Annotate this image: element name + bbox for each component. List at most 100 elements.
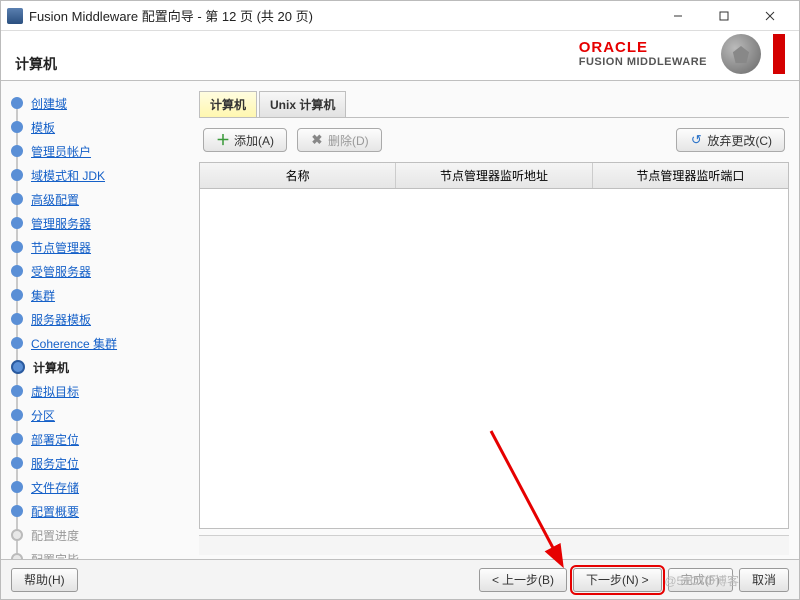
- step-dot-icon: [11, 505, 23, 517]
- next-button[interactable]: 下一步(N) >: [573, 568, 662, 592]
- wizard-step-0[interactable]: 创建域: [11, 91, 189, 115]
- step-dot-icon: [11, 409, 23, 421]
- wizard-step-15[interactable]: 服务定位: [11, 451, 189, 475]
- step-dot-icon: [11, 121, 23, 133]
- add-button[interactable]: ＋ 添加(A): [203, 128, 287, 152]
- wizard-steps-sidebar: 创建域模板管理员帐户域模式和 JDK 高级配置管理服务器节点管理器受管服务器集群服…: [1, 81, 193, 559]
- brand-oracle: ORACLE: [579, 40, 707, 57]
- step-label: 域模式和 JDK: [31, 167, 105, 184]
- wizard-step-16[interactable]: 文件存储: [11, 475, 189, 499]
- brand-sub: FUSION MIDDLEWARE: [579, 56, 707, 68]
- delete-button[interactable]: ✖ 删除(D): [297, 128, 382, 152]
- step-label: 管理员帐户: [31, 143, 91, 160]
- wizard-step-7[interactable]: 受管服务器: [11, 259, 189, 283]
- titlebar: Fusion Middleware 配置向导 - 第 12 页 (共 20 页): [1, 1, 799, 31]
- chevron-right-icon: >: [642, 573, 649, 587]
- wizard-step-6[interactable]: 节点管理器: [11, 235, 189, 259]
- wizard-window: Fusion Middleware 配置向导 - 第 12 页 (共 20 页)…: [0, 0, 800, 600]
- header: 计算机 ORACLE FUSION MIDDLEWARE: [1, 31, 799, 81]
- window-title: Fusion Middleware 配置向导 - 第 12 页 (共 20 页): [29, 6, 655, 25]
- wizard-step-9[interactable]: 服务器模板: [11, 307, 189, 331]
- step-label: 计算机: [33, 359, 69, 376]
- step-dot-icon: [11, 433, 23, 445]
- step-label: 节点管理器: [31, 239, 91, 256]
- close-button[interactable]: [747, 2, 793, 30]
- wizard-step-10[interactable]: Coherence 集群: [11, 331, 189, 355]
- wizard-step-18: 配置进度: [11, 523, 189, 547]
- wizard-step-11[interactable]: 计算机: [11, 355, 189, 379]
- wizard-step-4[interactable]: 高级配置: [11, 187, 189, 211]
- step-label: 创建域: [31, 95, 67, 112]
- step-dot-icon: [11, 529, 23, 541]
- step-dot-icon: [11, 553, 23, 559]
- wizard-step-12[interactable]: 虚拟目标: [11, 379, 189, 403]
- step-dot-icon: [11, 145, 23, 157]
- plus-icon: ＋: [216, 133, 230, 147]
- main-panel: 计算机Unix 计算机 ＋ 添加(A) ✖ 删除(D) ↺ 放弃更改(C): [193, 81, 799, 559]
- oracle-logo-icon: [721, 34, 761, 74]
- step-dot-icon: [11, 457, 23, 469]
- step-dot-icon: [11, 313, 23, 325]
- step-dot-icon: [11, 289, 23, 301]
- wizard-step-17[interactable]: 配置概要: [11, 499, 189, 523]
- step-label: 配置进度: [31, 527, 79, 544]
- add-button-label: 添加(A): [234, 132, 274, 149]
- discard-label: 放弃更改(C): [707, 132, 772, 149]
- step-dot-icon: [11, 265, 23, 277]
- wizard-step-14[interactable]: 部署定位: [11, 427, 189, 451]
- undo-icon: ↺: [689, 133, 703, 147]
- col-listen-port: 节点管理器监听端口: [593, 163, 788, 188]
- step-label: 服务定位: [31, 455, 79, 472]
- machines-table: 名称 节点管理器监听地址 节点管理器监听端口: [199, 162, 789, 529]
- step-label: 受管服务器: [31, 263, 91, 280]
- footer: 帮助(H) < 上一步(B) 下一步(N) > 完成(F) 取消: [1, 559, 799, 599]
- step-dot-icon: [11, 193, 23, 205]
- step-label: Coherence 集群: [31, 335, 117, 352]
- discard-changes-button[interactable]: ↺ 放弃更改(C): [676, 128, 785, 152]
- delete-button-label: 删除(D): [328, 132, 369, 149]
- toolbar: ＋ 添加(A) ✖ 删除(D) ↺ 放弃更改(C): [199, 118, 789, 162]
- tab-1[interactable]: Unix 计算机: [259, 91, 346, 117]
- step-label: 分区: [31, 407, 55, 424]
- minimize-button[interactable]: [655, 2, 701, 30]
- step-dot-icon: [11, 169, 23, 181]
- chevron-left-icon: <: [492, 573, 499, 587]
- step-dot-icon: [11, 481, 23, 493]
- back-button[interactable]: < 上一步(B): [479, 568, 567, 592]
- app-icon: [7, 8, 23, 24]
- step-dot-icon: [11, 360, 25, 374]
- page-title: 计算机: [15, 54, 57, 74]
- step-label: 模板: [31, 119, 55, 136]
- brand-block: ORACLE FUSION MIDDLEWARE: [579, 34, 785, 74]
- maximize-button[interactable]: [701, 2, 747, 30]
- cross-icon: ✖: [310, 133, 324, 147]
- col-name: 名称: [200, 163, 396, 188]
- wizard-step-2[interactable]: 管理员帐户: [11, 139, 189, 163]
- step-label: 管理服务器: [31, 215, 91, 232]
- col-listen-address: 节点管理器监听地址: [396, 163, 592, 188]
- step-dot-icon: [11, 217, 23, 229]
- step-dot-icon: [11, 337, 23, 349]
- step-label: 高级配置: [31, 191, 79, 208]
- table-body-empty: [200, 189, 788, 528]
- step-label: 服务器模板: [31, 311, 91, 328]
- tabs: 计算机Unix 计算机: [199, 91, 789, 118]
- wizard-step-19: 配置完毕: [11, 547, 189, 559]
- finish-button[interactable]: 完成(F): [668, 568, 733, 592]
- step-label: 虚拟目标: [31, 383, 79, 400]
- step-label: 文件存储: [31, 479, 79, 496]
- wizard-step-3[interactable]: 域模式和 JDK: [11, 163, 189, 187]
- window-controls: [655, 2, 793, 30]
- step-label: 配置概要: [31, 503, 79, 520]
- cancel-button[interactable]: 取消: [739, 568, 789, 592]
- wizard-step-1[interactable]: 模板: [11, 115, 189, 139]
- wizard-step-5[interactable]: 管理服务器: [11, 211, 189, 235]
- tab-0[interactable]: 计算机: [199, 91, 257, 117]
- status-strip: [199, 535, 789, 555]
- wizard-step-8[interactable]: 集群: [11, 283, 189, 307]
- body: 创建域模板管理员帐户域模式和 JDK 高级配置管理服务器节点管理器受管服务器集群服…: [1, 81, 799, 559]
- wizard-step-13[interactable]: 分区: [11, 403, 189, 427]
- help-button[interactable]: 帮助(H): [11, 568, 78, 592]
- step-label: 集群: [31, 287, 55, 304]
- step-dot-icon: [11, 97, 23, 109]
